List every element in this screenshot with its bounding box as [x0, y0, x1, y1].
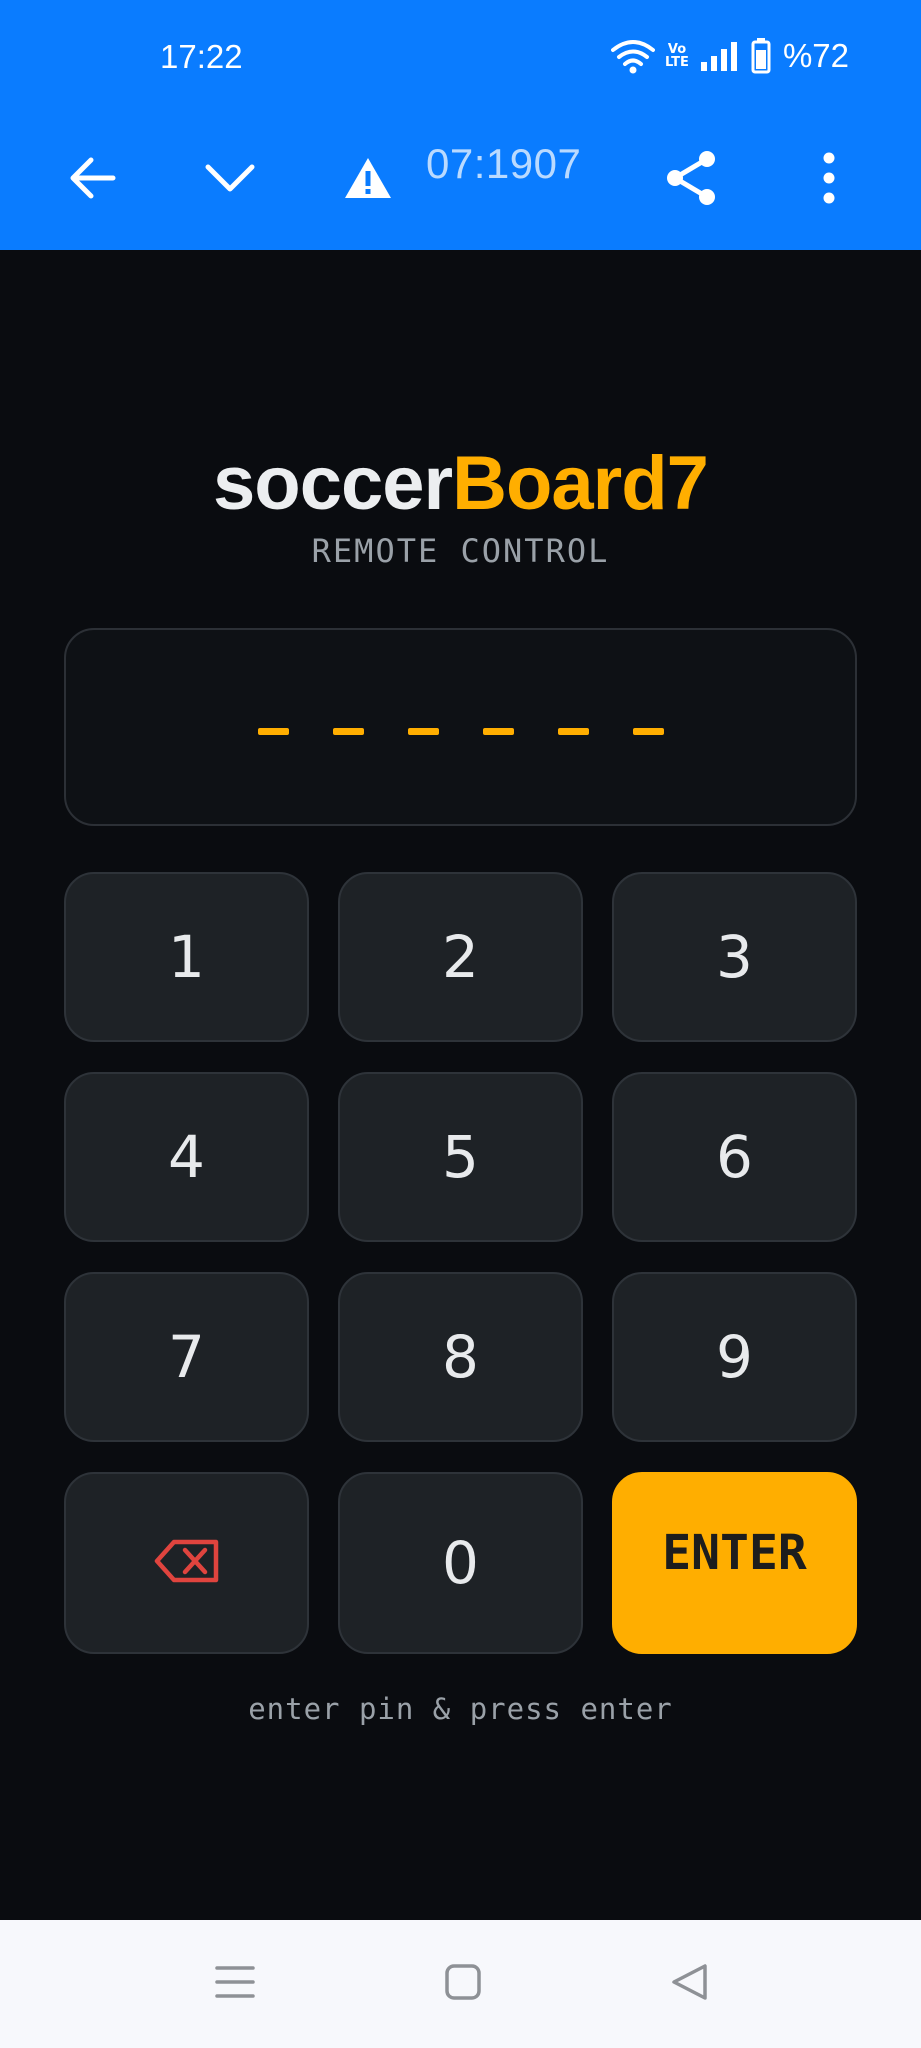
status-icons: Vo LTE %72: [611, 36, 849, 76]
status-time: 17:22: [160, 38, 243, 75]
warning-icon: [343, 156, 393, 204]
arrow-left-icon: [67, 155, 117, 205]
key-0[interactable]: 0: [338, 1472, 583, 1654]
chevron-down-icon: [204, 162, 256, 198]
pin-slot: [632, 727, 664, 735]
recent-apps-button[interactable]: [203, 1952, 267, 2016]
key-2[interactable]: 2: [338, 872, 583, 1042]
home-button[interactable]: [431, 1952, 495, 2016]
app-title: soccerBoard7: [0, 440, 921, 527]
pin-slot: [332, 727, 364, 735]
more-options-button[interactable]: [789, 140, 869, 220]
backspace-icon: [154, 1529, 220, 1597]
share-icon: [663, 149, 719, 211]
key-3[interactable]: 3: [612, 872, 857, 1042]
key-1[interactable]: 1: [64, 872, 309, 1042]
collapse-button[interactable]: [190, 140, 270, 220]
battery-icon: [751, 38, 771, 74]
pin-slot: [257, 727, 289, 735]
status-bar: 17:22 Vo LTE %72: [0, 0, 921, 110]
key-7[interactable]: 7: [64, 1272, 309, 1442]
pin-slot: [407, 727, 439, 735]
enter-button[interactable]: ENTER: [612, 1472, 857, 1654]
navigation-bar: [0, 1920, 921, 2048]
volte-icon: Vo LTE: [665, 42, 689, 70]
backspace-button[interactable]: [64, 1472, 309, 1654]
more-vert-icon: [821, 152, 837, 208]
pin-slot: [482, 727, 514, 735]
battery-percent: %72: [782, 37, 849, 74]
app-subtitle: REMOTE CONTROL: [311, 532, 610, 570]
hint-text: enter pin & press enter: [248, 1692, 673, 1726]
square-icon: [444, 1963, 482, 2005]
key-5[interactable]: 5: [338, 1072, 583, 1242]
browser-chrome: 17:22 Vo LTE %72 07:1907: [0, 0, 921, 250]
remote-control-app: soccerBoard7 REMOTE CONTROL 1 2 3 4 5 6 …: [0, 250, 921, 1920]
brand-soccer: soccer: [213, 441, 453, 526]
key-9[interactable]: 9: [612, 1272, 857, 1442]
back-button[interactable]: [52, 140, 132, 220]
brand-board7: Board7: [452, 441, 709, 526]
pin-dashes: [66, 630, 855, 824]
key-4[interactable]: 4: [64, 1072, 309, 1242]
menu-lines-icon: [215, 1964, 255, 2004]
signal-icon: [699, 40, 741, 72]
key-6[interactable]: 6: [612, 1072, 857, 1242]
url-text[interactable]: 07:1907: [426, 140, 581, 188]
system-back-button[interactable]: [658, 1952, 722, 2016]
share-button[interactable]: [651, 140, 731, 220]
pin-slot: [557, 727, 589, 735]
pin-display: [64, 628, 857, 826]
security-warning-button[interactable]: [328, 140, 408, 220]
triangle-back-icon: [670, 1962, 710, 2006]
key-8[interactable]: 8: [338, 1272, 583, 1442]
wifi-icon: [611, 38, 656, 74]
